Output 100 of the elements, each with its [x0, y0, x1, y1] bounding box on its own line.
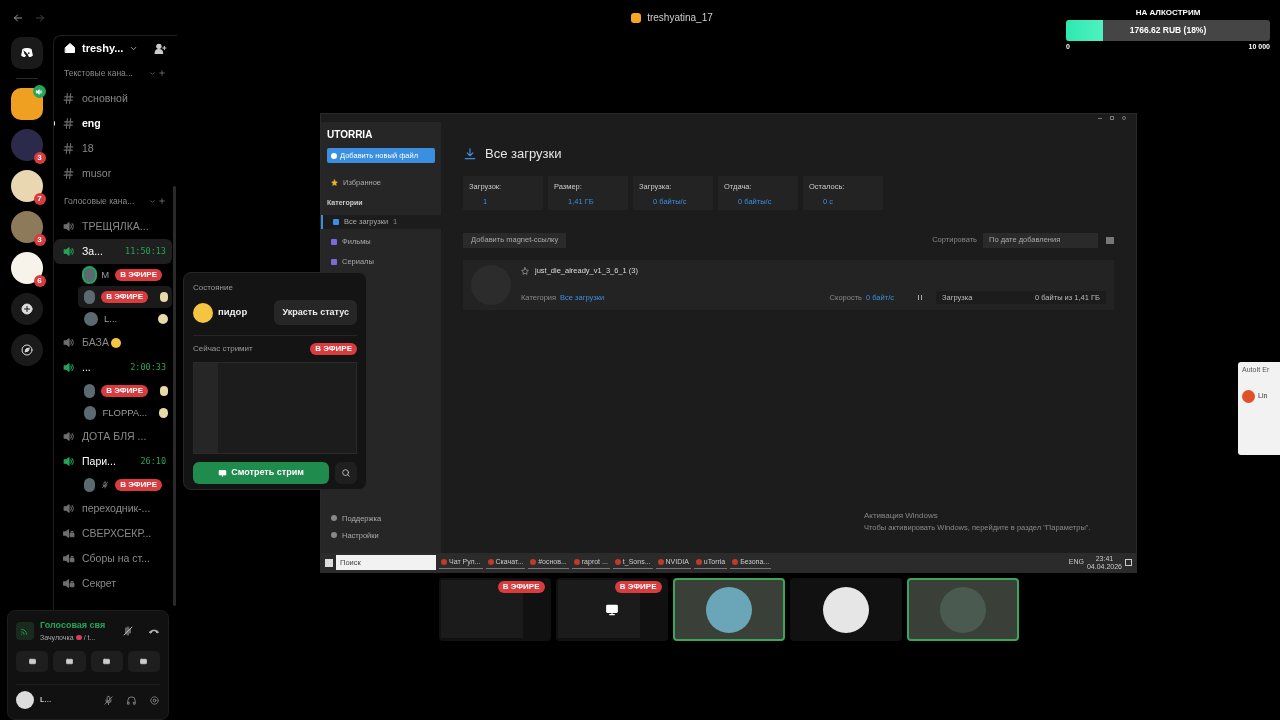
- voice-member-row[interactable]: M В ЭФИРЕ: [78, 264, 172, 286]
- star-icon: [331, 179, 338, 187]
- monitor-icon: [218, 468, 228, 478]
- voice-channel-row[interactable]: ДОТА БЛЯ ...: [54, 424, 172, 449]
- text-channel[interactable]: 18: [82, 140, 94, 157]
- voice-channel-name: ТРЕЩЯЛКА...: [82, 218, 149, 234]
- voice-action-button[interactable]: [90, 651, 123, 672]
- steal-status-button[interactable]: Украсть статус: [274, 300, 357, 325]
- zoom-icon: [341, 468, 351, 478]
- live-badge: В ЭФИРЕ: [101, 385, 148, 397]
- plus-icon: [20, 303, 33, 315]
- live-badge: В ЭФИРЕ: [115, 479, 162, 491]
- chevron-down-icon: [149, 69, 156, 77]
- muted-mic-icon: [103, 694, 114, 706]
- activation-title: Активация Windows: [864, 509, 939, 522]
- voice-action-button[interactable]: [53, 651, 86, 672]
- popout-button[interactable]: [335, 462, 357, 484]
- plus-icon: [158, 197, 166, 205]
- speaker-icon: [62, 336, 75, 349]
- username: L...: [40, 694, 52, 706]
- member-name: L...: [104, 311, 118, 326]
- laughing-emoji-icon: [193, 302, 213, 323]
- speaker-icon: [62, 361, 75, 374]
- voice-channel-row[interactable]: СВЕРХСЕКР...: [54, 521, 172, 546]
- voice-action-button[interactable]: [127, 651, 160, 672]
- participant-tile[interactable]: [789, 578, 902, 641]
- server-icon[interactable]: [10, 88, 43, 120]
- minimize-icon: [1098, 117, 1102, 119]
- screen-share-tile[interactable]: В ЭФИРЕ: [438, 578, 551, 641]
- forward-arrow-icon: [34, 11, 46, 24]
- noise-suppression-icon: [122, 625, 134, 637]
- voice-channel-row[interactable]: БАЗА: [54, 330, 172, 355]
- speaker-icon: [62, 455, 75, 468]
- user-avatar[interactable]: [16, 691, 34, 709]
- notification-icon[interactable]: [1125, 559, 1132, 566]
- windows-icon[interactable]: [325, 558, 333, 567]
- voice-channel-name: СВЕРХСЕКР...: [82, 525, 152, 541]
- add-member-icon: [154, 41, 167, 55]
- chevron-down-icon: [149, 197, 156, 205]
- text-channel[interactable]: основной: [82, 90, 128, 107]
- voice-channel-name: За...: [82, 243, 103, 259]
- voice-channel-row[interactable]: За... 11:50:13: [54, 239, 172, 264]
- voice-member-row[interactable]: В ЭФИРЕ: [78, 474, 172, 496]
- hash-icon: [62, 142, 75, 155]
- compass-icon: [20, 344, 33, 356]
- hash-icon: [62, 167, 75, 180]
- locked-speaker-icon: [62, 577, 75, 590]
- speaker-icon: [62, 502, 75, 515]
- voice-timer: 26:10: [140, 455, 166, 468]
- voice-channel-row[interactable]: Секрет: [54, 571, 172, 596]
- live-badge: В ЭФИРЕ: [310, 343, 357, 355]
- locked-speaker-icon: [62, 527, 75, 540]
- text-channel[interactable]: musor: [82, 165, 112, 182]
- watch-stream-button[interactable]: Смотреть стрим: [193, 462, 329, 484]
- participant-tile[interactable]: [672, 578, 785, 641]
- page-heading: Все загрузки: [485, 145, 562, 163]
- speaker-icon: [62, 245, 75, 258]
- custom-status: пидор: [218, 305, 248, 320]
- back-arrow-icon: [12, 11, 24, 24]
- voice-channel-row[interactable]: ТРЕЩЯЛКА...: [54, 214, 172, 239]
- live-badge: В ЭФИРЕ: [497, 581, 545, 593]
- voice-timer: 2:00:33: [130, 361, 166, 374]
- discord-logo-icon[interactable]: [10, 37, 43, 69]
- category-label[interactable]: Голосовые кана...: [64, 194, 135, 208]
- maximize-icon: [1110, 116, 1114, 120]
- screen-share-tile[interactable]: В ЭФИРЕ: [555, 578, 668, 641]
- voice-channel-name: Сборы на ст...: [82, 550, 150, 566]
- home-icon: [64, 42, 76, 54]
- voice-status[interactable]: Голосовая свя: [40, 619, 110, 633]
- plus-icon: [158, 69, 166, 77]
- voice-member-row[interactable]: FLOPPA...: [78, 402, 172, 424]
- text-channel[interactable]: eng: [82, 115, 101, 132]
- voice-channel-row[interactable]: Сборы на ст...: [54, 546, 172, 571]
- voice-member-row[interactable]: В ЭФИРЕ: [78, 380, 172, 402]
- participant-tile[interactable]: [906, 578, 1019, 641]
- explore-button[interactable]: [10, 334, 43, 366]
- server-name[interactable]: treshy...: [82, 39, 124, 57]
- voice-timer: 11:50:13: [125, 245, 166, 258]
- locked-speaker-icon: [62, 552, 75, 565]
- pause-icon[interactable]: [918, 294, 922, 300]
- speaker-icon: [62, 220, 75, 233]
- voice-channel-row[interactable]: Пари... 26:10: [54, 449, 172, 474]
- category-icon: [331, 258, 337, 265]
- hash-icon: [62, 117, 75, 130]
- add-server-button[interactable]: [10, 293, 43, 325]
- server-icon[interactable]: [10, 252, 43, 284]
- voice-channel-name: ...: [82, 359, 91, 375]
- category-icon: [333, 218, 339, 225]
- category-label[interactable]: Текстовые кана...: [64, 66, 133, 80]
- voice-channel-name: БАЗА: [82, 334, 109, 350]
- voice-action-button[interactable]: [16, 651, 49, 672]
- section-label: Состояние: [193, 282, 234, 294]
- server-icon[interactable]: [10, 170, 43, 202]
- live-badge: В ЭФИРЕ: [614, 581, 662, 593]
- voice-member-row[interactable]: В ЭФИРЕ: [78, 286, 172, 308]
- voice-channel-row[interactable]: ... 2:00:33: [54, 355, 172, 380]
- discord-icon: [18, 46, 35, 60]
- voice-channel-row[interactable]: переходник-...: [54, 496, 172, 521]
- voice-member-row[interactable]: L...: [78, 308, 172, 330]
- donation-amount: 1766.62 RUB (18%): [1128, 24, 1208, 37]
